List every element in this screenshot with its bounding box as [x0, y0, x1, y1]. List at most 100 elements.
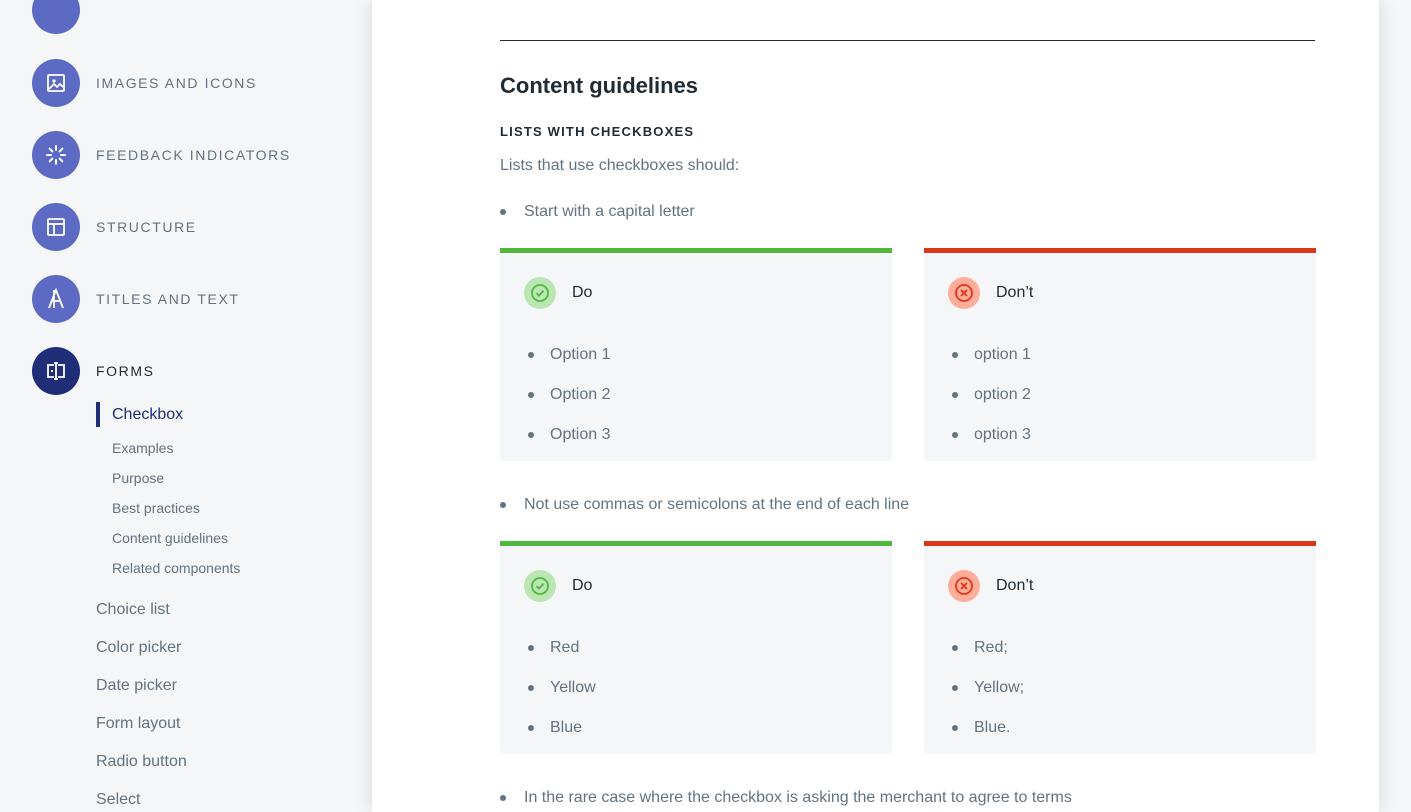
subsection-heading: LISTS WITH CHECKBOXES — [500, 124, 695, 139]
cancel-circle-icon — [948, 570, 980, 602]
list-item-text: Red; — [974, 639, 1008, 656]
card-title: Do — [572, 577, 593, 594]
page-section-heading: Content guidelines — [500, 73, 698, 98]
sidebar-category-top[interactable] — [32, 0, 96, 34]
sidebar-subitem-examples[interactable]: Examples — [112, 440, 173, 456]
list-item: option 3 — [952, 415, 1031, 455]
sidebar-item-choice-list[interactable]: Choice list — [96, 601, 170, 619]
example-list: Red; Yellow; Blue. — [952, 628, 1024, 748]
list-item: option 1 — [952, 335, 1031, 375]
card-header: Do — [524, 570, 592, 602]
spinner-icon — [32, 131, 80, 179]
card-header: Don’t — [948, 570, 1033, 602]
list-item-text: option 3 — [974, 426, 1031, 443]
bullet-dot — [952, 432, 958, 438]
list-item-text: Yellow — [550, 679, 596, 696]
sidebar-item-color-picker[interactable]: Color picker — [96, 639, 181, 657]
bullet-dot — [528, 725, 534, 731]
list-item-text: Red — [550, 639, 580, 656]
sidebar-subitem-related-components[interactable]: Related components — [112, 560, 240, 576]
sidebar-category-label: STRUCTURE — [96, 219, 197, 235]
sidebar-category-titles-and-text[interactable]: TITLES AND TEXT — [32, 275, 240, 323]
do-card: Do Option 1 Option 2 Option 3 — [500, 248, 892, 461]
bullet-dot — [528, 392, 534, 398]
guideline-bullet: Start with a capital letter — [500, 203, 695, 221]
form-field-icon — [32, 347, 80, 395]
list-item: Yellow — [528, 668, 596, 708]
cancel-circle-icon — [948, 277, 980, 309]
card-header: Do — [524, 277, 592, 309]
sidebar-category-label: FORMS — [96, 363, 155, 379]
dont-card: Don’t Red; Yellow; Blue. — [924, 541, 1316, 754]
do-card: Do Red Yellow Blue — [500, 541, 892, 754]
layout-icon — [32, 203, 80, 251]
bullet-dot — [500, 209, 506, 215]
typography-icon — [32, 275, 80, 323]
sidebar-nav: IMAGES AND ICONS FEEDBACK INDICATORS STR… — [0, 0, 372, 812]
list-item-text: Blue — [550, 719, 583, 736]
list-item-text: Yellow; — [974, 679, 1025, 696]
image-icon — [32, 59, 80, 107]
checkmark-circle-icon — [524, 570, 556, 602]
guideline-text: Start with a capital letter — [524, 203, 695, 220]
sidebar-category-label: IMAGES AND ICONS — [96, 75, 257, 91]
list-item: Red; — [952, 628, 1024, 668]
list-item-text: option 1 — [974, 346, 1031, 363]
bullet-dot — [528, 352, 534, 358]
guideline-bullet: Not use commas or semicolons at the end … — [500, 496, 909, 514]
checkmark-circle-icon — [524, 277, 556, 309]
bullet-dot — [500, 502, 506, 508]
sidebar-category-forms[interactable]: FORMS — [32, 347, 155, 395]
sidebar-category-structure[interactable]: STRUCTURE — [32, 203, 197, 251]
bullet-dot — [528, 645, 534, 651]
sidebar-category-label: FEEDBACK INDICATORS — [96, 147, 291, 163]
guideline-bullet: In the rare case where the checkbox is a… — [500, 789, 1072, 807]
card-title: Do — [572, 284, 593, 301]
main-content: Content guidelines LISTS WITH CHECKBOXES… — [372, 0, 1379, 812]
category-icon — [32, 0, 80, 34]
bullet-dot — [500, 795, 506, 801]
bullet-dot — [952, 352, 958, 358]
section-divider — [500, 40, 1315, 41]
list-item: Option 2 — [528, 375, 610, 415]
example-list: option 1 option 2 option 3 — [952, 335, 1031, 455]
bullet-dot — [952, 685, 958, 691]
sidebar-item-checkbox[interactable]: Checkbox — [96, 402, 183, 427]
list-item: option 2 — [952, 375, 1031, 415]
list-item: Yellow; — [952, 668, 1024, 708]
bullet-dot — [952, 645, 958, 651]
bullet-dot — [952, 392, 958, 398]
sidebar-item-form-layout[interactable]: Form layout — [96, 715, 180, 733]
sidebar-category-feedback-indicators[interactable]: FEEDBACK INDICATORS — [32, 131, 291, 179]
dont-card: Don’t option 1 option 2 option 3 — [924, 248, 1316, 461]
list-item: Blue. — [952, 708, 1024, 748]
bullet-dot — [952, 725, 958, 731]
card-title: Don’t — [996, 577, 1034, 594]
example-list: Red Yellow Blue — [528, 628, 596, 748]
sidebar-subitem-content-guidelines[interactable]: Content guidelines — [112, 530, 228, 546]
sidebar-item-date-picker[interactable]: Date picker — [96, 677, 177, 695]
list-item: Option 1 — [528, 335, 610, 375]
sidebar-category-images-and-icons[interactable]: IMAGES AND ICONS — [32, 59, 257, 107]
card-title: Don’t — [996, 284, 1034, 301]
list-item: Blue — [528, 708, 596, 748]
list-item: Option 3 — [528, 415, 610, 455]
intro-paragraph: Lists that use checkboxes should: — [500, 157, 740, 174]
guideline-text: Not use commas or semicolons at the end … — [524, 496, 910, 513]
sidebar-item-select[interactable]: Select — [96, 791, 140, 809]
bullet-dot — [528, 685, 534, 691]
card-header: Don’t — [948, 277, 1033, 309]
sidebar-category-label: TITLES AND TEXT — [96, 291, 240, 307]
guideline-text: In the rare case where the checkbox is a… — [524, 789, 1072, 806]
sidebar-item-radio-button[interactable]: Radio button — [96, 753, 187, 771]
list-item-text: Option 3 — [550, 426, 611, 443]
list-item-text: Option 2 — [550, 386, 611, 403]
bullet-dot — [528, 432, 534, 438]
sidebar-subitem-best-practices[interactable]: Best practices — [112, 500, 200, 516]
example-list: Option 1 Option 2 Option 3 — [528, 335, 610, 455]
list-item-text: Option 1 — [550, 346, 611, 363]
sidebar-subitem-purpose[interactable]: Purpose — [112, 470, 164, 486]
list-item: Red — [528, 628, 596, 668]
list-item-text: option 2 — [974, 386, 1031, 403]
list-item-text: Blue. — [974, 719, 1011, 736]
